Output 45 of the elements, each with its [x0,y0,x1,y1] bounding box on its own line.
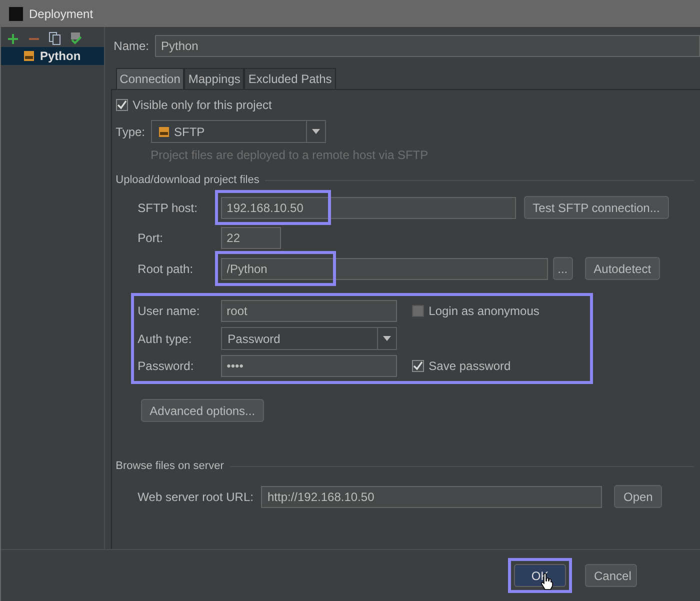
user-name-field[interactable]: root [220,300,397,322]
checkbox[interactable] [412,305,424,317]
tab[interactable]: Connection [116,68,184,89]
user-name-label: User name: [138,304,201,318]
host-field[interactable]: 192.168.10.50 [220,196,516,218]
web-root-label: Web server root URL: [138,490,254,504]
web-root-field[interactable]: http://192.168.10.50 [261,486,602,508]
dropdown-arrow-icon [312,129,320,134]
password-label: Password: [138,359,195,373]
copy-icon[interactable] [49,32,61,45]
type-dropdown[interactable]: SFTP [151,120,326,143]
checkbox-label: Login as anonymous [428,304,540,318]
name-label: Name: [114,39,149,53]
name-field[interactable]: Python [155,35,700,57]
type-label: Type: [116,124,146,138]
password-field[interactable]: •••• [220,355,397,377]
checkbox[interactable] [412,360,424,372]
autodetect-button[interactable]: Autodetect [584,257,660,280]
open-button[interactable]: Open [614,485,662,508]
tab[interactable]: Mappings [184,68,244,89]
add-icon[interactable] [7,32,19,44]
app-logo-icon [9,6,23,20]
server-check-icon[interactable] [70,32,82,45]
auth-type-label: Auth type: [138,332,193,346]
browse-button[interactable]: ... [552,257,573,280]
port-label: Port: [138,231,164,245]
checkbox[interactable] [116,99,128,111]
checkbox-label: Save password [428,359,511,373]
port-field[interactable]: 22 [220,227,281,249]
root-path-field[interactable]: /Python [220,258,548,280]
section-title: Browse files on server [116,460,224,472]
sftp-icon [158,126,170,138]
test-connection-button[interactable]: Test SFTP connection... [524,196,669,219]
dialog-button[interactable]: Cancel [585,564,637,587]
dropdown-arrow-icon [382,336,391,341]
auth-type-dropdown[interactable]: Password [220,327,397,350]
checkbox-label: Visible only for this project [132,98,272,112]
window-title: Deployment [29,6,94,20]
host-label: SFTP host: [138,200,198,214]
server-item[interactable]: Python [1,47,104,65]
root-path-label: Root path: [138,262,194,276]
tab[interactable]: Excluded Paths [244,68,336,89]
server-icon [23,50,35,62]
section-title: Upload/download project files [116,174,260,186]
advanced-options-button[interactable]: Advanced options... [140,399,264,422]
